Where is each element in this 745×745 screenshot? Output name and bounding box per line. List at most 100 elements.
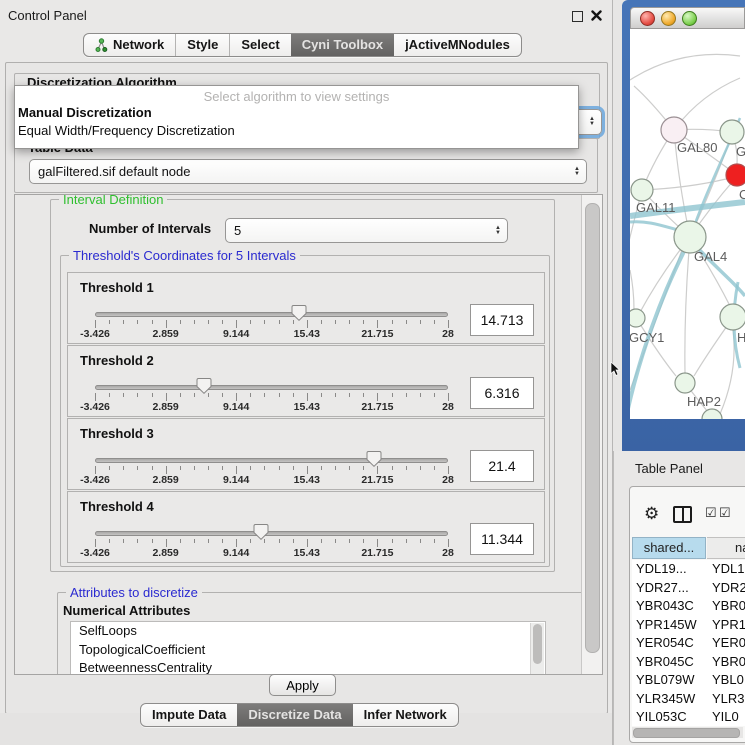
tick-mark xyxy=(264,320,265,324)
algorithm-option-equal-width-frequency-discretization[interactable]: Equal Width/Frequency Discretization xyxy=(18,123,235,138)
apply-button[interactable]: Apply xyxy=(269,674,336,696)
slider-track[interactable] xyxy=(95,531,448,536)
tab-infer-network[interactable]: Infer Network xyxy=(353,704,458,726)
table-row[interactable]: YBR045CYBR0 xyxy=(632,653,745,672)
tick-mark xyxy=(264,393,265,397)
tab-discretize-data[interactable]: Discretize Data xyxy=(237,704,352,726)
network-node-gal11[interactable] xyxy=(631,179,653,201)
tab-cyni-toolbox[interactable]: Cyni Toolbox xyxy=(291,34,394,56)
split-view-icon[interactable] xyxy=(673,506,692,523)
checkbox-icon[interactable]: ☑ xyxy=(705,505,717,521)
tick-mark xyxy=(123,320,124,324)
float-icon[interactable] xyxy=(572,11,583,22)
tick-mark xyxy=(279,539,280,543)
network-node-red-node[interactable] xyxy=(726,164,745,186)
table-row[interactable]: YLR345WYLR3 xyxy=(632,690,745,709)
threshold-value-field[interactable]: 21.4 xyxy=(470,450,534,482)
threshold-value-field[interactable]: 11.344 xyxy=(470,523,534,555)
network-node-gcy1[interactable] xyxy=(630,309,645,327)
tick-label: 2.859 xyxy=(152,328,178,340)
column-header-shared-name[interactable]: shared... xyxy=(632,537,706,559)
slider-thumb[interactable] xyxy=(253,523,269,541)
tab-label: Style xyxy=(187,34,218,56)
close-traffic-light-icon[interactable] xyxy=(640,11,655,26)
network-node-hap2[interactable] xyxy=(675,373,695,393)
tick-mark xyxy=(250,320,251,324)
tick-mark xyxy=(123,393,124,397)
table-row[interactable]: YDL19...YDL1 xyxy=(632,560,745,579)
tick-label: 21.715 xyxy=(361,328,393,340)
slider-track[interactable] xyxy=(95,385,448,390)
list-item[interactable]: BetweennessCentrality xyxy=(71,659,545,675)
minimize-traffic-light-icon[interactable] xyxy=(661,11,676,26)
checkbox-icon[interactable]: ☑ xyxy=(719,505,731,521)
group-title: Attributes to discretize xyxy=(66,585,202,600)
slider-thumb[interactable] xyxy=(196,377,212,395)
slider-tick-labels: -3.4262.8599.14415.4321.71528 xyxy=(95,474,448,486)
table-row[interactable]: YER054CYER0 xyxy=(632,634,745,653)
top-tab-bar: Network Style SelectCyni ToolboxjActiveMNo… xyxy=(83,33,522,57)
table-row[interactable]: YIL053CYIL0 xyxy=(632,708,745,726)
network-node-node-partial-g[interactable] xyxy=(720,120,744,144)
threshold-value-field[interactable]: 14.713 xyxy=(470,304,534,336)
panel-scrollbar[interactable] xyxy=(581,195,602,674)
numerical-attributes-list[interactable]: SelfLoopsTopologicalCoefficientBetweenne… xyxy=(70,621,546,675)
tab-select[interactable]: Select xyxy=(229,34,290,56)
tick-mark xyxy=(363,539,364,543)
num-intervals-combo[interactable]: 5 ▲▼ xyxy=(225,218,508,243)
tick-mark xyxy=(208,320,209,324)
tick-mark xyxy=(420,320,421,324)
zoom-traffic-light-icon[interactable] xyxy=(682,11,697,26)
column-header-name[interactable]: name xyxy=(707,537,745,559)
network-icon xyxy=(95,38,108,53)
table-hscrollbar[interactable] xyxy=(632,727,743,738)
list-item[interactable]: TopologicalCoefficient xyxy=(71,641,545,660)
table-row[interactable]: YPR145WYPR1 xyxy=(632,616,745,635)
tick-mark xyxy=(95,393,96,401)
settings-scroll-panel: Interval Definition Number of Intervals … xyxy=(14,194,603,675)
bottom-tab-bar: Impute DataDiscretize DataInfer Network xyxy=(140,703,459,727)
slider-thumb[interactable] xyxy=(366,450,382,468)
group-title: Interval Definition xyxy=(59,194,167,207)
close-icon[interactable] xyxy=(591,10,602,21)
tick-mark xyxy=(377,320,378,328)
tick-mark xyxy=(279,393,280,397)
slider-thumb[interactable] xyxy=(291,304,307,322)
tab-style[interactable]: Style xyxy=(175,34,229,56)
tick-mark xyxy=(109,466,110,470)
tick-label: -3.426 xyxy=(80,328,110,340)
tick-mark xyxy=(420,539,421,543)
tab-impute-data[interactable]: Impute Data xyxy=(141,704,237,726)
network-canvas[interactable]: GAL80GCGAL11GAL4GCY1HHAP2 xyxy=(630,29,745,419)
tick-label: -3.426 xyxy=(80,401,110,413)
gear-icon[interactable]: ⚙ xyxy=(644,504,659,524)
cell-name: YIL0 xyxy=(712,709,745,724)
algorithm-option-manual-discretization[interactable]: Manual Discretization xyxy=(18,105,152,120)
node-table[interactable]: YDL19...YDL1YDR27...YDR2YBR043CYBR0YPR14… xyxy=(632,560,745,726)
tab-jactivemnodules[interactable]: jActiveMNodules xyxy=(394,34,521,56)
algorithm-dropdown-popup: Select algorithm to view settings Manual… xyxy=(14,85,579,149)
tick-label: 9.144 xyxy=(223,474,249,486)
tick-mark xyxy=(180,393,181,397)
cell-name: YPR1 xyxy=(712,617,745,632)
tick-mark xyxy=(293,539,294,543)
tick-mark xyxy=(392,393,393,397)
list-item[interactable]: SelfLoops xyxy=(71,622,545,641)
list-scrollbar[interactable] xyxy=(530,623,544,675)
network-node-node-bottom[interactable] xyxy=(702,409,722,419)
threshold-value-field[interactable]: 6.316 xyxy=(470,377,534,409)
slider-track[interactable] xyxy=(95,312,448,317)
tab-network[interactable]: Network xyxy=(84,34,175,56)
cell-shared-name: YER054C xyxy=(636,635,706,650)
node-label-gal11: GAL11 xyxy=(636,200,676,215)
tick-mark xyxy=(363,320,364,324)
table-row[interactable]: YDR27...YDR2 xyxy=(632,579,745,598)
table-row[interactable]: YBL079WYBL0 xyxy=(632,671,745,690)
table-row[interactable]: YBR043CYBR0 xyxy=(632,597,745,616)
slider-track[interactable] xyxy=(95,458,448,463)
tick-mark xyxy=(152,320,153,324)
network-node-node-partial-h[interactable] xyxy=(720,304,745,330)
table-data-combo[interactable]: galFiltered.sif default node ▲▼ xyxy=(29,159,587,184)
node-label-gcy1: GCY1 xyxy=(630,330,664,345)
group-title: Threshold's Coordinates for 5 Intervals xyxy=(69,248,300,263)
